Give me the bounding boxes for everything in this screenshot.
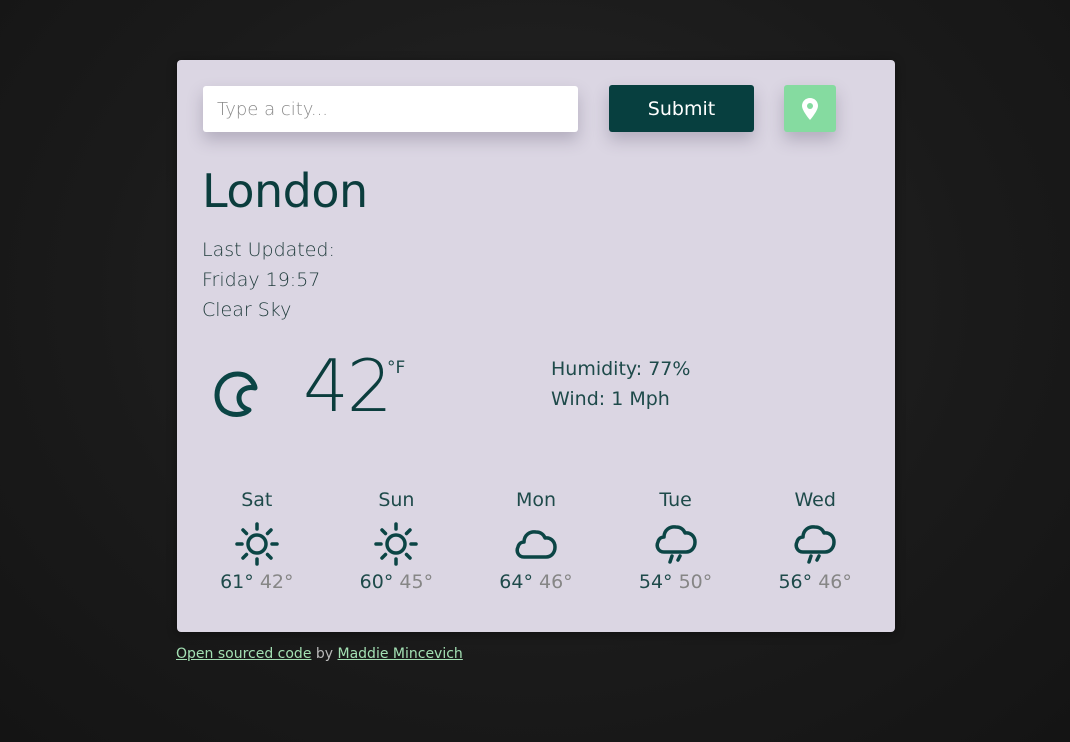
forecast-low: 50° bbox=[678, 571, 713, 593]
footer-by-text: by bbox=[311, 646, 338, 662]
last-updated-label: Last Updated: bbox=[202, 239, 335, 261]
footer: Open sourced code by Maddie Mincevich bbox=[176, 646, 463, 662]
forecast-day-name: Wed bbox=[794, 489, 836, 511]
forecast-high: 56° bbox=[778, 571, 813, 593]
sun-icon bbox=[374, 522, 419, 566]
forecast-high: 54° bbox=[638, 571, 673, 593]
forecast-day: Wed 56° 46° bbox=[745, 485, 885, 615]
rain-cloud-icon bbox=[655, 525, 697, 564]
forecast-temps: 60° 45° bbox=[327, 571, 467, 593]
cloud-icon bbox=[515, 530, 557, 559]
forecast-day: Sun 60° 45° bbox=[327, 485, 467, 615]
location-button[interactable] bbox=[784, 85, 836, 132]
forecast-day: Mon 64° 46° bbox=[466, 485, 606, 615]
search-input[interactable] bbox=[203, 86, 578, 132]
source-code-link[interactable]: Open sourced code bbox=[176, 646, 311, 662]
weather-card: Submit London Last Updated: Friday 19:57… bbox=[177, 60, 895, 632]
weather-meta: Last Updated: Friday 19:57 Clear Sky bbox=[202, 235, 335, 325]
forecast-day-name: Sat bbox=[241, 489, 273, 511]
forecast-day: Sat 61° 42° bbox=[187, 485, 327, 615]
humidity: Humidity: 77% bbox=[551, 358, 691, 380]
forecast-high: 60° bbox=[359, 571, 394, 593]
wind: Wind: 1 Mph bbox=[551, 388, 670, 410]
sun-icon bbox=[235, 522, 279, 566]
forecast-day-name: Tue bbox=[659, 489, 692, 511]
current-temperature: 42 bbox=[303, 344, 393, 428]
forecast-day-name: Sun bbox=[378, 489, 415, 511]
city-name: London bbox=[202, 164, 368, 218]
forecast-low: 46° bbox=[818, 571, 852, 593]
temperature-unit: °F bbox=[387, 358, 406, 378]
weather-description: Clear Sky bbox=[202, 299, 292, 321]
forecast-high: 61° bbox=[220, 571, 254, 593]
forecast-temps: 56° 46° bbox=[745, 571, 885, 593]
forecast-low: 45° bbox=[399, 571, 434, 593]
author-link[interactable]: Maddie Mincevich bbox=[338, 646, 463, 662]
rain-cloud-icon bbox=[794, 525, 836, 564]
map-pin-icon bbox=[802, 97, 818, 120]
submit-button[interactable]: Submit bbox=[609, 85, 754, 132]
moon-icon bbox=[214, 371, 258, 417]
forecast: Sat 61° 42° Sun 60° 45° Mon 64° 46° Tue … bbox=[187, 485, 885, 615]
forecast-temps: 64° 46° bbox=[466, 571, 606, 593]
weather-details: Humidity: 77% Wind: 1 Mph bbox=[551, 354, 690, 414]
forecast-high: 64° bbox=[499, 571, 533, 593]
last-updated-time: Friday 19:57 bbox=[202, 269, 321, 291]
forecast-low: 46° bbox=[539, 571, 573, 593]
forecast-day-name: Mon bbox=[515, 489, 557, 511]
forecast-temps: 61° 42° bbox=[187, 571, 327, 593]
forecast-temps: 54° 50° bbox=[606, 571, 746, 593]
forecast-low: 42° bbox=[259, 571, 294, 593]
forecast-day: Tue 54° 50° bbox=[606, 485, 746, 615]
